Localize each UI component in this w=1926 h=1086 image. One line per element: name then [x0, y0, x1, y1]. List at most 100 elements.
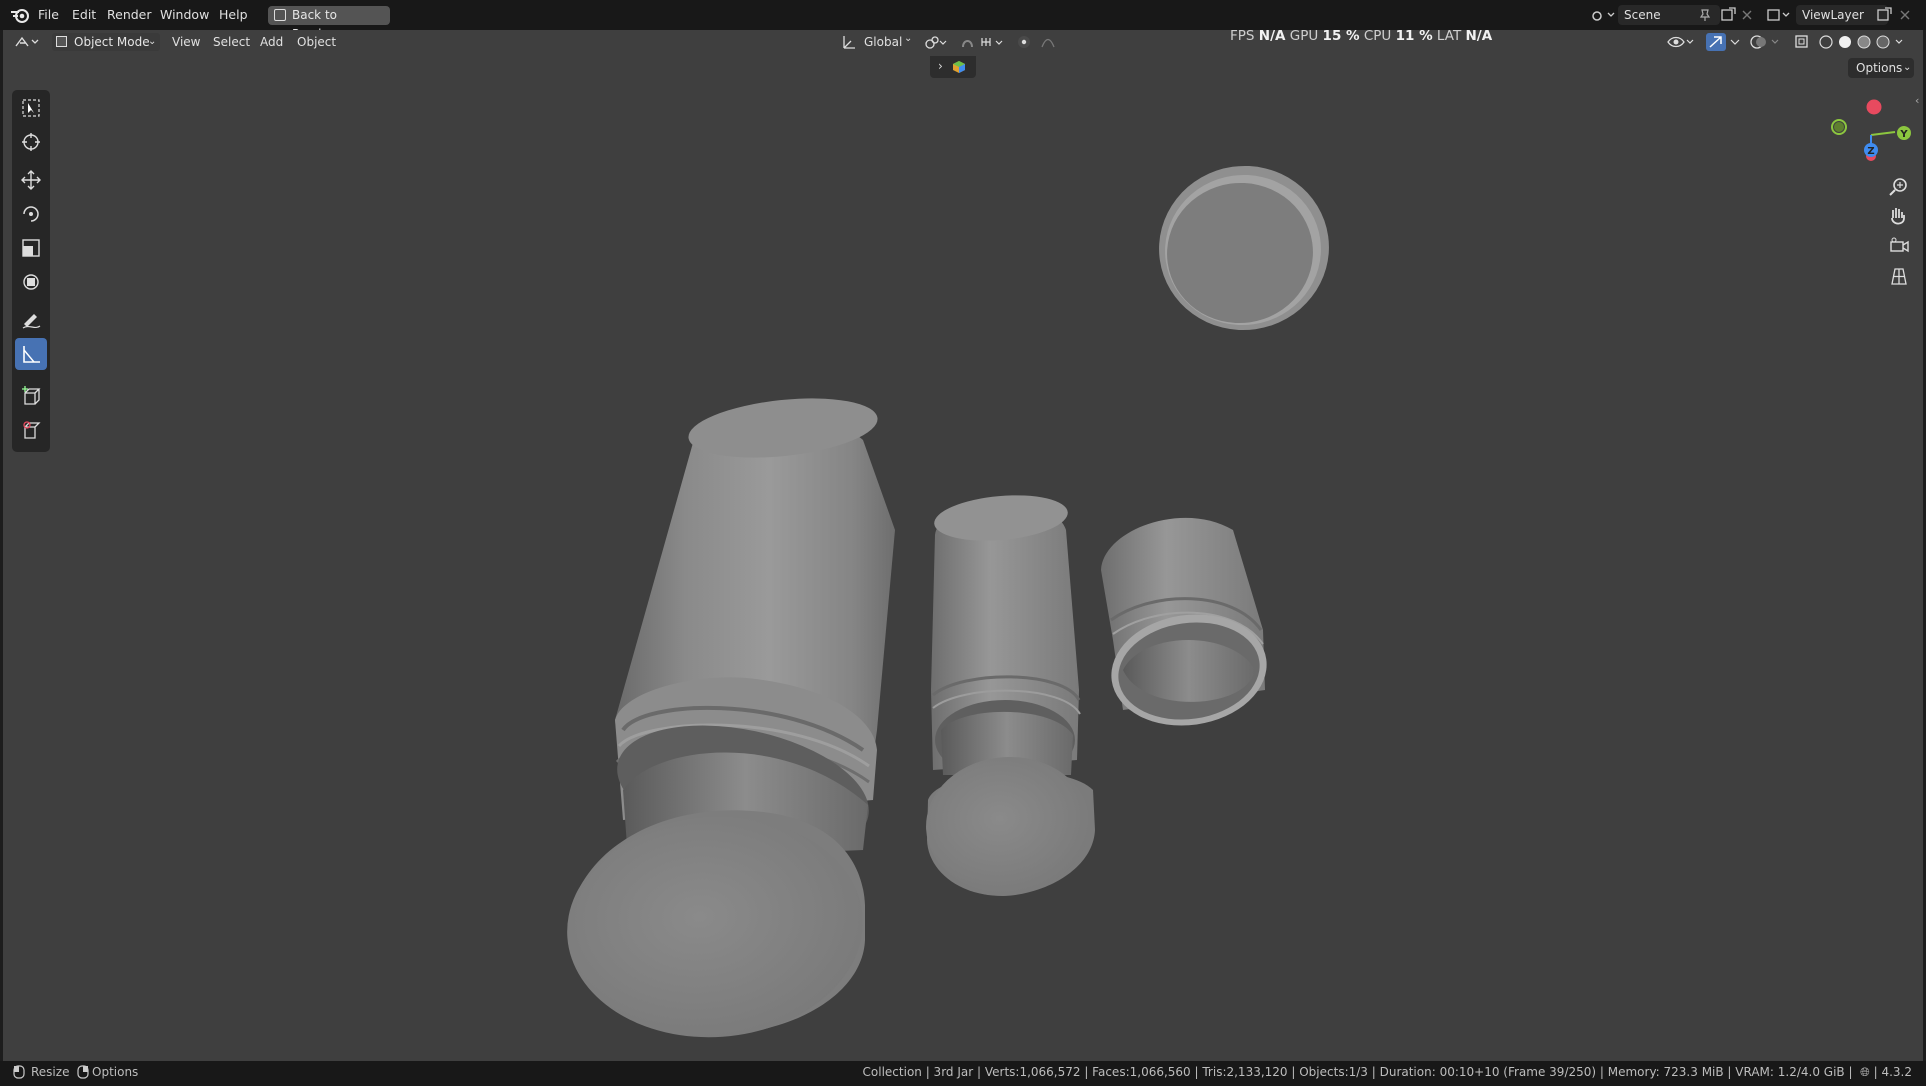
add-cube-tool[interactable]: [15, 380, 47, 412]
3d-viewport[interactable]: Y Z: [3, 30, 1923, 1061]
resize-hint: Resize: [31, 1065, 70, 1079]
chevron-down-icon: ⌄: [148, 36, 157, 47]
chevron-down-icon: ⌄: [904, 33, 913, 44]
transform-icon: [23, 274, 39, 290]
cut-object-tool[interactable]: [15, 414, 47, 446]
mouse-icon: [13, 1065, 25, 1079]
camera-icon: [1890, 237, 1909, 253]
solid-shading-icon[interactable]: [1839, 36, 1851, 48]
wireframe-shading-icon[interactable]: [1819, 35, 1833, 49]
gizmo-icon: [1709, 36, 1722, 48]
add-cube-icon: [22, 386, 41, 405]
measure-tool[interactable]: [15, 338, 47, 370]
menu-object[interactable]: Object: [297, 30, 336, 54]
move-tool[interactable]: [15, 164, 47, 196]
scene-type-icon[interactable]: [1590, 7, 1616, 23]
cursor-icon: [22, 133, 40, 151]
menu-file[interactable]: File: [38, 0, 59, 30]
tool-shelf: [12, 90, 50, 452]
pivot-point-icon[interactable]: [924, 34, 950, 50]
cpu-label: CPU: [1363, 28, 1392, 44]
annotate-icon: [22, 314, 41, 329]
globe-icon: 🌐︎: [1856, 1065, 1870, 1079]
mouse-right-icon: [77, 1065, 89, 1079]
gizmo-toggle-button[interactable]: [1706, 33, 1726, 51]
screen-back-icon: [274, 9, 286, 21]
fps-label: FPS: [1230, 28, 1255, 44]
medium-jar-object[interactable]: [923, 490, 1095, 897]
material-shading-icon[interactable]: [1857, 35, 1871, 49]
shading-mode-group[interactable]: [1818, 34, 1908, 50]
menu-add[interactable]: Add: [260, 30, 283, 54]
collection-cube-icon: [953, 61, 965, 73]
transform-orientation-icon: [843, 36, 855, 49]
menu-render[interactable]: Render: [107, 0, 152, 30]
rotate-tool[interactable]: [15, 198, 47, 230]
grid-icon: [1891, 268, 1907, 285]
object-mode-icon: [56, 36, 67, 47]
options-dropdown[interactable]: Options ⌄: [1848, 58, 1914, 78]
new-view-layer-icon[interactable]: [1876, 7, 1892, 23]
delete-view-layer-icon[interactable]: [1898, 8, 1912, 22]
pan-view-button[interactable]: [1884, 204, 1914, 230]
lat-label: LAT: [1436, 28, 1462, 44]
overlays-icon[interactable]: [1750, 34, 1784, 50]
fps-value: N/A: [1258, 28, 1286, 44]
gpu-value: 15 %: [1322, 28, 1360, 44]
proportional-editing-icon[interactable]: [1016, 34, 1066, 50]
new-scene-icon[interactable]: [1720, 7, 1736, 23]
lat-value: N/A: [1465, 28, 1493, 44]
transform-orientation-dropdown[interactable]: Global: [864, 30, 902, 54]
editor-type-icon[interactable]: [14, 34, 44, 50]
performance-stats: FPS N/A GPU 15 % CPU 11 % LAT N/A: [1230, 26, 1492, 46]
version-text: | 4.3.2: [1873, 1065, 1912, 1079]
view-layer-type-icon[interactable]: [1766, 7, 1792, 23]
object-mode-label: Object Mode: [74, 35, 150, 49]
top-bar: File Edit Render Window Help Back to Pre…: [0, 0, 1926, 41]
chevron-down-icon[interactable]: [1728, 34, 1742, 50]
chevron-down-icon: ⌄: [1903, 62, 1912, 73]
camera-view-button[interactable]: [1884, 234, 1914, 260]
statistics-text: Collection | 3rd Jar | Verts:1,066,572 |…: [862, 1065, 1853, 1079]
scene-statistics: Collection | 3rd Jar | Verts:1,066,572 |…: [863, 1061, 1912, 1083]
snap-icon[interactable]: [960, 34, 1006, 50]
select-box-tool[interactable]: [15, 92, 47, 124]
menu-window[interactable]: Window: [160, 0, 209, 30]
object-mode-dropdown[interactable]: Object Mode ⌄: [52, 33, 160, 51]
asset-shelf-toggle[interactable]: ›: [930, 56, 976, 78]
scale-tool[interactable]: [15, 232, 47, 264]
lid-object[interactable]: [1148, 155, 1339, 341]
measure-icon: [23, 346, 40, 363]
toggle-perspective-button[interactable]: [1884, 264, 1914, 290]
status-bar: Resize Options Collection | 3rd Jar | Ve…: [0, 1061, 1926, 1086]
delete-scene-icon[interactable]: [1740, 8, 1754, 22]
move-icon: [21, 170, 41, 190]
back-to-previous-button[interactable]: Back to Previous: [268, 6, 390, 41]
large-jar-object[interactable]: [560, 390, 895, 1047]
transform-tool[interactable]: [15, 266, 47, 298]
menu-view[interactable]: View: [172, 30, 200, 54]
menu-help[interactable]: Help: [219, 0, 248, 30]
zoom-icon: [1889, 178, 1907, 196]
pin-icon[interactable]: [1698, 8, 1712, 22]
cpu-value: 11 %: [1395, 28, 1433, 44]
view-layer-field[interactable]: ViewLayer: [1796, 5, 1888, 25]
sidebar-toggle-icon[interactable]: ‹: [1915, 94, 1919, 107]
blender-logo-icon[interactable]: [10, 6, 30, 24]
chevron-right-icon: ›: [938, 59, 943, 73]
navigation-gizmo[interactable]: Y Z: [1831, 99, 1911, 161]
options-label: Options: [1856, 61, 1903, 75]
annotate-tool[interactable]: [15, 304, 47, 336]
small-jar-object[interactable]: [1101, 517, 1274, 736]
visibility-icon[interactable]: [1666, 34, 1696, 50]
gpu-label: GPU: [1289, 28, 1319, 44]
menu-edit[interactable]: Edit: [72, 0, 96, 30]
cursor-tool[interactable]: [15, 126, 47, 158]
menu-select[interactable]: Select: [213, 30, 250, 54]
rotate-icon: [23, 206, 39, 222]
rendered-shading-icon[interactable]: [1876, 35, 1890, 49]
knife-icon: [23, 421, 41, 439]
xray-icon[interactable]: [1794, 34, 1810, 50]
gizmo-y-label: Y: [1899, 129, 1908, 140]
zoom-view-button[interactable]: [1884, 174, 1914, 200]
